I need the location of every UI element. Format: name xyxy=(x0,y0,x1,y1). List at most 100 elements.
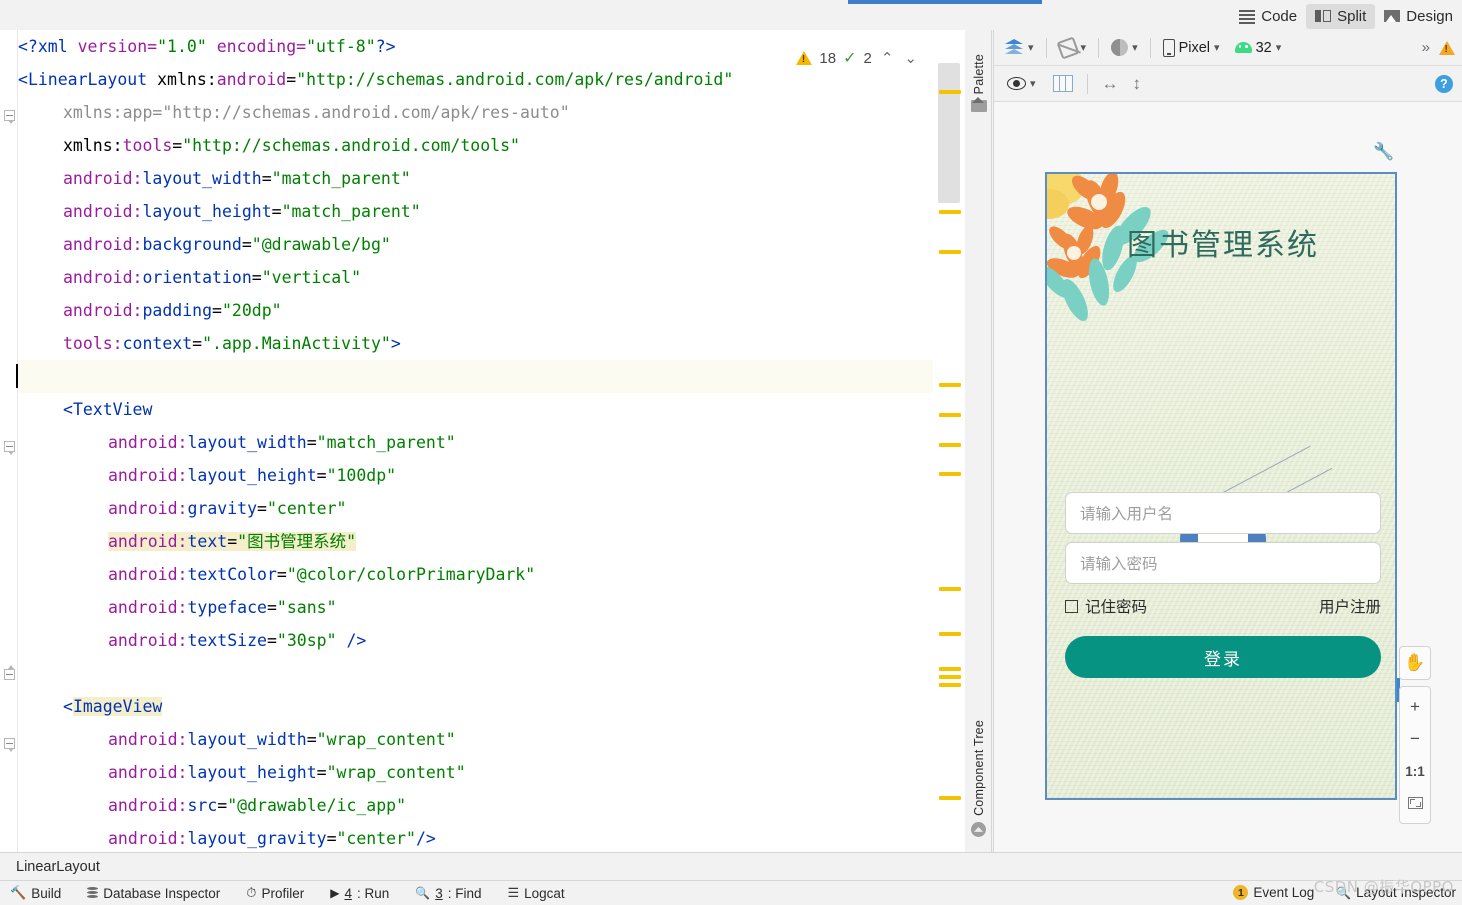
design-surface-button[interactable]: ▾ xyxy=(1002,37,1037,58)
status-event-log-label: Event Log xyxy=(1253,885,1315,900)
zoom-out-button[interactable]: − xyxy=(1399,723,1431,755)
code-line[interactable]: android:typeface="sans" xyxy=(18,591,933,624)
prev-problem-icon[interactable]: ⌃ xyxy=(879,49,896,67)
view-mode-code[interactable]: Code xyxy=(1230,4,1306,29)
next-problem-icon[interactable]: ⌄ xyxy=(902,49,919,67)
checkbox-icon[interactable] xyxy=(1065,599,1078,613)
warning-marker[interactable] xyxy=(939,443,961,447)
view-mode-design[interactable]: Design xyxy=(1375,4,1462,29)
warning-marker[interactable] xyxy=(939,472,961,476)
warning-marker[interactable] xyxy=(939,90,961,94)
password-input[interactable]: 请输入密码 xyxy=(1065,542,1381,584)
code-line[interactable]: android:layout_width="match_parent" xyxy=(18,162,933,195)
warning-marker[interactable] xyxy=(939,250,961,254)
tab-component-tree[interactable]: Component Tree xyxy=(965,720,992,837)
code-token: = xyxy=(306,730,317,749)
warning-marker[interactable] xyxy=(939,632,961,636)
view-mode-split[interactable]: Split xyxy=(1306,3,1376,29)
status-layout-inspector-label: Layout Inspector xyxy=(1356,885,1456,900)
login-button[interactable]: 登录 xyxy=(1065,636,1381,678)
code-token: = xyxy=(286,70,297,89)
warning-marker[interactable] xyxy=(939,796,961,800)
code-line[interactable]: android:src="@drawable/ic_app" xyxy=(18,789,933,822)
api-selector[interactable]: 32 ▾ xyxy=(1232,38,1285,58)
editor-gutter[interactable] xyxy=(0,30,18,879)
device-selector[interactable]: Pixel ▾ xyxy=(1160,37,1223,59)
editor-marker-bar[interactable] xyxy=(933,30,965,852)
fold-marker-root[interactable] xyxy=(4,110,15,124)
code-line[interactable]: android:layout_width="wrap_content" xyxy=(18,723,933,756)
fold-marker-textview-end[interactable] xyxy=(4,665,15,680)
code-token: = xyxy=(266,631,277,650)
status-event-log[interactable]: 1 Event Log xyxy=(1233,885,1314,900)
code-line[interactable]: android:text="图书管理系统" xyxy=(18,525,933,558)
code-token: = xyxy=(306,433,317,452)
visibility-button[interactable]: ▾ xyxy=(1004,75,1039,92)
code-line[interactable]: <TextView xyxy=(18,393,933,426)
toolbar-overflow-button[interactable]: » xyxy=(1422,39,1430,56)
status-run[interactable]: ▶ 4 : Run xyxy=(330,886,389,901)
remember-password-checkbox[interactable]: 记住密码 xyxy=(1065,595,1147,617)
status-find[interactable]: 🔍 3 : Find xyxy=(415,886,481,901)
tab-palette[interactable]: Palette xyxy=(965,54,992,113)
code-line[interactable]: android:textColor="@color/colorPrimaryDa… xyxy=(18,558,933,591)
device-preview[interactable]: 图书管理系统 请输入用户名 请输入密码 记住密码 用户注册 登录 xyxy=(1045,172,1397,800)
status-profiler[interactable]: ⏱ Profiler xyxy=(246,885,304,901)
code-line[interactable]: android:layout_gravity="center"/> xyxy=(18,822,933,855)
code-line[interactable]: android:layout_height="match_parent" xyxy=(18,195,933,228)
code-line[interactable]: tools:context=".app.MainActivity"> xyxy=(18,327,933,360)
warning-marker[interactable] xyxy=(939,413,961,417)
code-line[interactable]: <ImageView xyxy=(18,690,933,723)
match-width-icon[interactable]: ↔ xyxy=(1102,74,1119,94)
username-input[interactable]: 请输入用户名 xyxy=(1065,492,1381,534)
editor-scrollbar-thumb[interactable] xyxy=(938,63,960,203)
breadcrumb[interactable]: LinearLayout xyxy=(0,852,1462,880)
code-token: typeface xyxy=(187,598,267,617)
warning-marker[interactable] xyxy=(939,683,961,687)
fold-marker-textview[interactable] xyxy=(4,441,15,455)
status-build[interactable]: 🔨 Build xyxy=(10,885,61,901)
warning-marker[interactable] xyxy=(939,383,961,387)
view-mode-toggle[interactable]: Code Split Design xyxy=(1230,2,1462,30)
code-token: = xyxy=(212,301,222,320)
design-warning-icon[interactable] xyxy=(1439,40,1455,55)
code-line[interactable]: android:layout_height="wrap_content" xyxy=(18,756,933,789)
code-text[interactable]: <?xml version="1.0" encoding="utf-8"?> <L… xyxy=(16,30,933,855)
status-database-inspector[interactable]: Database Inspector xyxy=(87,886,220,901)
code-line[interactable]: xmlns:app="http://schemas.android.com/ap… xyxy=(18,96,933,129)
code-line[interactable]: android:textSize="30sp" /> xyxy=(18,624,933,657)
hand-pan-icon[interactable]: ✋ xyxy=(1399,647,1431,679)
zoom-in-button[interactable]: + xyxy=(1399,691,1431,723)
fit-to-screen-button[interactable] xyxy=(1399,787,1431,819)
warning-marker[interactable] xyxy=(939,587,961,591)
code-line[interactable]: android:background="@drawable/bg" xyxy=(18,228,933,261)
fold-marker-imageview[interactable] xyxy=(4,738,15,752)
chevron-down-icon: ▾ xyxy=(1132,42,1138,54)
code-line[interactable] xyxy=(18,657,933,690)
code-line[interactable]: android:layout_width="match_parent" xyxy=(18,426,933,459)
code-line[interactable]: android:orientation="vertical" xyxy=(18,261,933,294)
status-layout-inspector[interactable]: 🔍 Layout Inspector xyxy=(1336,885,1456,900)
columns-layout-icon[interactable] xyxy=(1052,75,1073,92)
code-token: = xyxy=(326,829,337,848)
status-logcat[interactable]: ☰ Logcat xyxy=(507,885,564,901)
actual-size-button[interactable]: 1:1 xyxy=(1399,755,1431,787)
theme-button[interactable]: ▾ xyxy=(1108,37,1141,58)
code-line[interactable]: android:gravity="center" xyxy=(18,492,933,525)
code-line[interactable]: android:padding="20dp" xyxy=(18,294,933,327)
warning-marker[interactable] xyxy=(939,667,961,671)
view-mode-split-label: Split xyxy=(1337,7,1367,25)
match-height-icon[interactable]: ↕ xyxy=(1133,74,1142,94)
status-bar-right: 1 Event Log 🔍 Layout Inspector xyxy=(1233,880,1456,905)
xml-code-editor[interactable]: <?xml version="1.0" encoding="utf-8"?> <L… xyxy=(0,30,965,879)
code-line[interactable] xyxy=(16,360,933,393)
wrench-icon[interactable]: 🔧 xyxy=(1373,142,1394,162)
code-line[interactable]: android:layout_height="100dp" xyxy=(18,459,933,492)
warning-marker[interactable] xyxy=(939,210,961,214)
code-line[interactable]: xmlns:tools="http://schemas.android.com/… xyxy=(18,129,933,162)
help-circle-icon[interactable]: ? xyxy=(1435,74,1453,93)
register-link[interactable]: 用户注册 xyxy=(1319,595,1381,617)
warning-marker[interactable] xyxy=(939,675,961,679)
inspection-summary[interactable]: 18 ✓ 2 ⌃ ⌄ xyxy=(792,46,923,70)
orientation-button[interactable]: ▾ xyxy=(1055,35,1090,60)
